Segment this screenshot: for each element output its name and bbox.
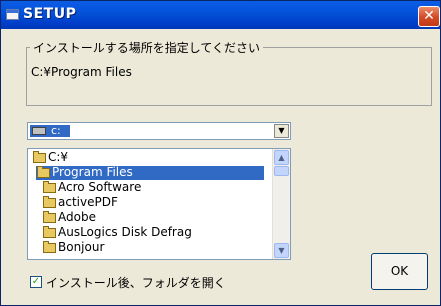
- close-icon: ✕: [423, 8, 435, 24]
- ok-button[interactable]: OK: [371, 253, 428, 290]
- drive-icon: [32, 127, 46, 135]
- folder-icon: [43, 211, 56, 223]
- app-icon: [6, 9, 19, 20]
- install-location-label: インストールする場所を指定してください: [30, 39, 264, 56]
- folder-icon: [43, 226, 56, 238]
- folder-open-icon: [33, 151, 46, 163]
- folder-open-icon: [37, 166, 50, 178]
- title-bar[interactable]: SETUP ✕: [1, 1, 440, 29]
- folder-icon: [43, 181, 56, 193]
- folder-icon: [43, 241, 56, 253]
- drive-select[interactable]: c: ▼: [27, 122, 291, 140]
- list-item[interactable]: Program Files: [36, 165, 264, 180]
- install-path: C:¥Program Files: [31, 65, 132, 79]
- folder-icon: [43, 196, 56, 208]
- list-scrollbar[interactable]: ▲ ▼: [272, 149, 290, 259]
- chevron-down-icon[interactable]: ▼: [274, 124, 289, 138]
- drive-selected-value: c:: [30, 124, 70, 137]
- drive-label: c:: [51, 124, 61, 137]
- scroll-up-icon[interactable]: ▲: [274, 150, 289, 165]
- scrollbar-thumb[interactable]: [274, 166, 289, 176]
- check-icon: ✓: [31, 276, 41, 287]
- close-button[interactable]: ✕: [418, 6, 440, 27]
- directory-list[interactable]: C:¥ Program Files Acro Software activePD…: [27, 148, 291, 260]
- scroll-down-icon[interactable]: ▼: [274, 243, 289, 258]
- open-folder-label[interactable]: インストール後、フォルダを開く: [46, 274, 226, 291]
- setup-window: SETUP ✕ インストールする場所を指定してください C:¥Program F…: [0, 0, 441, 306]
- open-folder-checkbox[interactable]: ✓: [30, 276, 42, 288]
- window-title: SETUP: [23, 6, 77, 22]
